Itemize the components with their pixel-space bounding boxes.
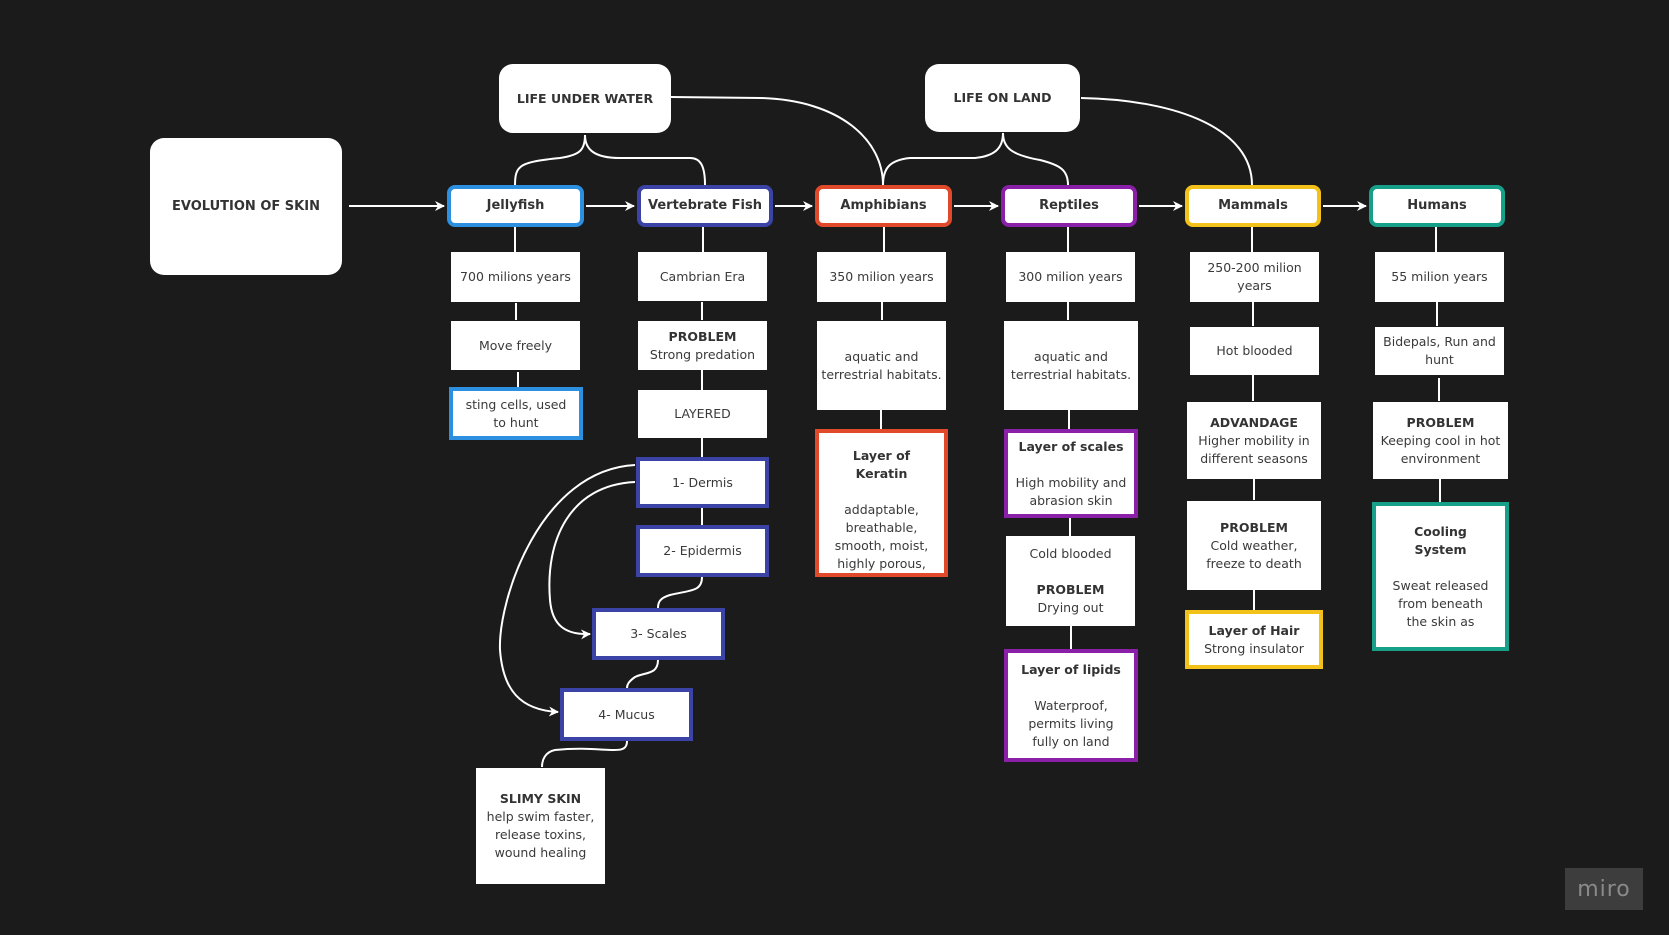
- mammals-age[interactable]: 250-200 milion years: [1190, 252, 1319, 302]
- brace-water-jellyfish: [514, 134, 586, 186]
- humans-trait[interactable]: Bidepals, Run and hunt: [1375, 327, 1504, 375]
- reptiles-age[interactable]: 300 milion years: [1006, 252, 1135, 302]
- fish-layered[interactable]: LAYERED: [638, 390, 767, 438]
- hair-text: Strong insulator: [1204, 640, 1304, 656]
- mammals-advantage[interactable]: ADVANDAGE Higher mobility in different s…: [1187, 402, 1321, 479]
- humans-problem[interactable]: PROBLEM Keeping cool in hot environment: [1373, 402, 1508, 479]
- blood-text: Cold blooded: [1029, 546, 1112, 561]
- jellyfish-age[interactable]: 700 milions years: [451, 252, 580, 302]
- scales-label: Layer of scales: [1018, 438, 1124, 454]
- layer-dermis[interactable]: 1- Dermis: [636, 457, 769, 508]
- mammals-problem[interactable]: PROBLEM Cold weather, freeze to death: [1187, 501, 1321, 590]
- layer-epidermis[interactable]: 2- Epidermis: [636, 525, 769, 577]
- slimy-skin-label: SLIMY SKIN: [499, 791, 582, 806]
- lipids-text: Waterproof, permits living fully on land: [1028, 697, 1114, 749]
- jellyfish-trait[interactable]: Move freely: [451, 321, 580, 370]
- fish-problem[interactable]: PROBLEM Strong predation: [638, 321, 767, 370]
- problem-text: Cold weather, freeze to death: [1206, 537, 1302, 571]
- slimy-skin-text: help swim faster, release toxins, wound …: [486, 809, 595, 860]
- hair-label: Layer of Hair: [1208, 622, 1300, 638]
- cooling-label: Cooling System: [1414, 523, 1467, 557]
- brace-land-amphibians: [882, 132, 1004, 186]
- keratin-text: addaptable, breathable, smooth, moist, h…: [834, 502, 929, 571]
- arrow-dermis-mucus: [498, 464, 636, 717]
- layer-lipids[interactable]: Layer of lipids Waterproof, permits livi…: [1004, 649, 1138, 762]
- amphibians-age[interactable]: 350 milion years: [817, 252, 946, 302]
- group-life-on-land[interactable]: LIFE ON LAND: [925, 64, 1080, 132]
- fish-era[interactable]: Cambrian Era: [638, 252, 767, 301]
- layer-keratin[interactable]: Layer of Keratin addaptable, breathable,…: [815, 429, 948, 577]
- problem-label: PROBLEM: [1036, 582, 1105, 597]
- miro-watermark-logo: miro: [1565, 868, 1643, 910]
- title-node[interactable]: EVOLUTION OF SKIN: [150, 138, 342, 275]
- amphibians-habitat[interactable]: aquatic and terrestrial habitats.: [817, 321, 946, 410]
- layer-hair[interactable]: Layer of Hair Strong insulator: [1185, 610, 1323, 669]
- keratin-label: Layer of Keratin: [852, 448, 911, 481]
- cooling-system[interactable]: Cooling System Sweat released from benea…: [1372, 502, 1509, 651]
- stage-reptiles[interactable]: Reptiles: [1001, 185, 1137, 227]
- brace-water-fish: [584, 134, 706, 186]
- layer-scales[interactable]: 3- Scales: [592, 608, 725, 660]
- stage-amphibians[interactable]: Amphibians: [815, 185, 952, 227]
- scales-text: High mobility and abrasion skin: [1015, 474, 1127, 508]
- group-life-under-water[interactable]: LIFE UNDER WATER: [499, 64, 671, 133]
- problem-text: Keeping cool in hot environment: [1380, 432, 1501, 466]
- problem-label: PROBLEM: [1220, 519, 1288, 535]
- layer-mucus[interactable]: 4- Mucus: [560, 688, 693, 741]
- humans-age[interactable]: 55 milion years: [1375, 252, 1504, 302]
- advantage-text: Higher mobility in different seasons: [1198, 432, 1310, 466]
- layer-scales-reptile[interactable]: Layer of scales High mobility and abrasi…: [1004, 429, 1138, 518]
- lipids-label: Layer of lipids: [1021, 661, 1121, 677]
- link-land-mammals: [1080, 97, 1253, 186]
- stage-jellyfish[interactable]: Jellyfish: [447, 185, 584, 227]
- link-water-amphibians: [670, 96, 884, 186]
- problem-text: Strong predation: [649, 346, 756, 362]
- stage-humans[interactable]: Humans: [1369, 185, 1505, 227]
- slimy-skin-note[interactable]: SLIMY SKIN help swim faster, release tox…: [476, 768, 605, 884]
- cooling-text: Sweat released from beneath the skin as: [1392, 577, 1489, 629]
- reptiles-habitat[interactable]: aquatic and terrestrial habitats.: [1004, 321, 1138, 410]
- advantage-label: ADVANDAGE: [1210, 414, 1298, 430]
- stage-mammals[interactable]: Mammals: [1185, 185, 1321, 227]
- mammals-blood[interactable]: Hot blooded: [1190, 327, 1319, 375]
- problem-label: PROBLEM: [668, 328, 737, 344]
- stage-vertebrate-fish[interactable]: Vertebrate Fish: [637, 185, 773, 227]
- brace-land-reptiles: [1002, 132, 1069, 186]
- reptiles-problem[interactable]: Cold blooded PROBLEM Drying out: [1006, 536, 1135, 626]
- jellyfish-skin[interactable]: sting cells, used to hunt: [449, 387, 583, 440]
- problem-label: PROBLEM: [1406, 414, 1475, 430]
- problem-text: Drying out: [1037, 600, 1104, 615]
